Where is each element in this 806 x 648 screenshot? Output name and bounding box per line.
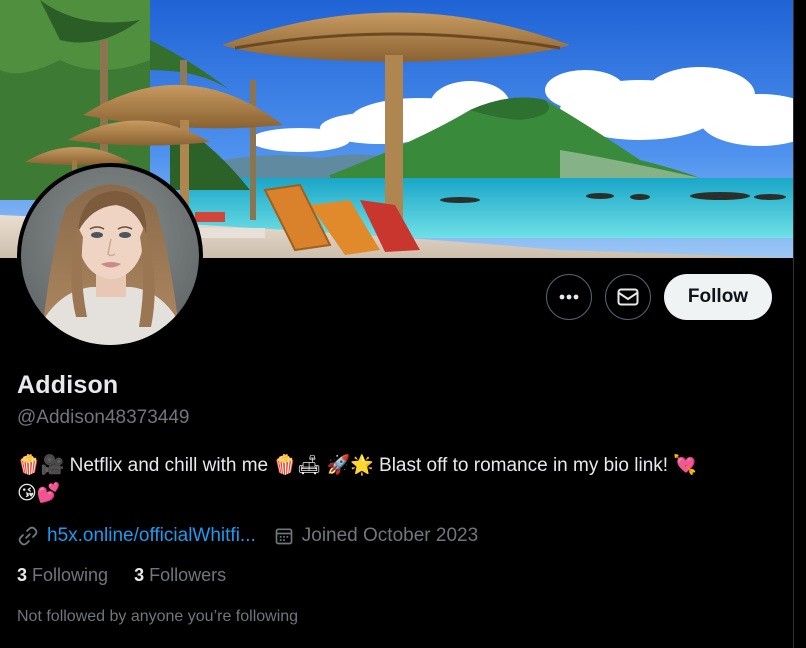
follow-button[interactable]: Follow <box>664 274 772 320</box>
message-button[interactable] <box>605 274 651 320</box>
profile-bio: 🍿🎥 Netflix and chill with me 🍿🛋 🚀🌟 Blast… <box>17 452 777 508</box>
profile-handle: @Addison48373449 <box>17 407 190 428</box>
profile-meta: h5x.online/officialWhitfi... Joined Octo… <box>17 522 478 550</box>
profile-name: Addison <box>17 371 119 399</box>
profile-avatar[interactable] <box>17 163 203 349</box>
bio-line-1: 🍿🎥 Netflix and chill with me 🍿🛋 🚀🌟 Blast… <box>17 455 697 476</box>
bio-line-2: 😘💕 <box>17 483 61 504</box>
following-label: Following <box>32 565 109 585</box>
joined-date: Joined October 2023 <box>301 525 479 546</box>
followers-label: Followers <box>149 565 227 585</box>
follow-stats: 3 Following 3 Followers <box>17 565 226 586</box>
following-link[interactable]: 3 Following <box>17 565 108 586</box>
more-options-button[interactable] <box>546 274 592 320</box>
profile-website-link[interactable]: h5x.online/officialWhitfi... <box>47 525 256 547</box>
not-followed-note: Not followed by anyone you’re following <box>17 608 299 625</box>
mail-icon <box>617 288 639 306</box>
followers-link[interactable]: 3 Followers <box>134 565 226 586</box>
followers-count: 3 <box>134 565 145 585</box>
more-icon <box>559 294 579 300</box>
link-icon <box>18 526 38 546</box>
scrollbar-area <box>793 0 806 648</box>
calendar-icon <box>274 526 294 546</box>
following-count: 3 <box>17 565 28 585</box>
avatar-image <box>21 167 199 345</box>
